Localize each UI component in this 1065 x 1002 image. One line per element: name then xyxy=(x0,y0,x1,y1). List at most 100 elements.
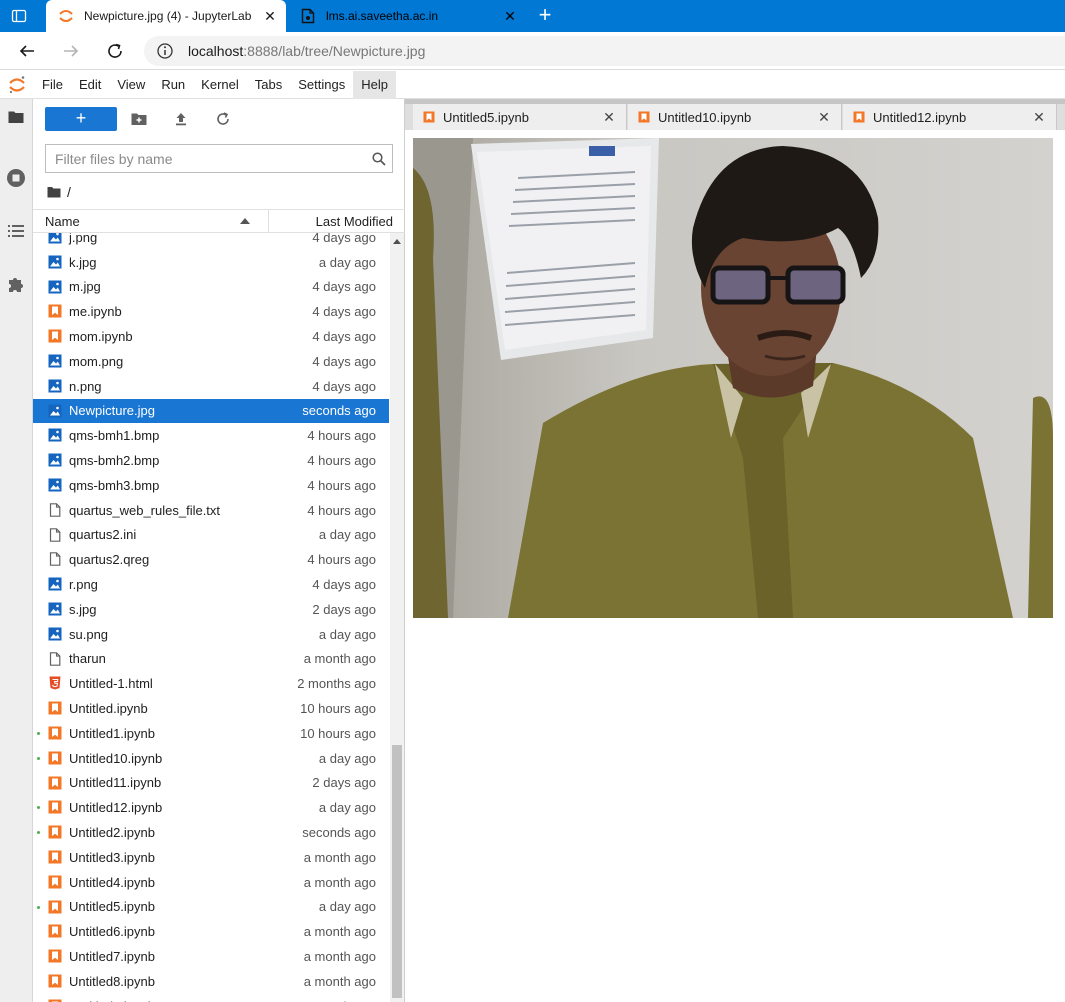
menu-view[interactable]: View xyxy=(109,71,153,99)
file-row[interactable]: r.png 4 days ago xyxy=(33,572,389,597)
file-filter-input[interactable] xyxy=(46,145,366,172)
file-name: Untitled7.ipynb xyxy=(69,949,155,964)
file-row[interactable]: Untitled-1.html 2 months ago xyxy=(33,671,389,696)
menu-run[interactable]: Run xyxy=(153,71,193,99)
column-header-last-modified[interactable]: Last Modified xyxy=(316,214,393,229)
file-row[interactable]: k.jpg a day ago xyxy=(33,250,389,275)
file-row[interactable]: Untitled4.ipynb a month ago xyxy=(33,870,389,895)
running-indicator-icon xyxy=(37,831,40,835)
file-row[interactable]: n.png 4 days ago xyxy=(33,374,389,399)
scroll-up-arrow-icon[interactable] xyxy=(393,239,401,244)
file-row[interactable]: quartus2.qreg 4 hours ago xyxy=(33,547,389,572)
file-modified: 4 hours ago xyxy=(307,428,376,444)
refresh-listing-icon[interactable] xyxy=(213,109,233,129)
notebook-icon xyxy=(48,776,62,790)
file-row[interactable]: Untitled2.ipynb seconds ago xyxy=(33,820,389,845)
file-row[interactable]: Newpicture.jpg seconds ago xyxy=(33,398,389,424)
file-row[interactable]: tharun a month ago xyxy=(33,647,389,672)
column-header-name[interactable]: Name xyxy=(45,214,80,229)
file-row[interactable]: Untitled10.ipynb a day ago xyxy=(33,746,389,771)
file-row[interactable]: mom.ipynb 4 days ago xyxy=(33,324,389,349)
file-modified: 2 days ago xyxy=(312,601,376,617)
file-row[interactable]: Untitled3.ipynb a month ago xyxy=(33,845,389,870)
file-row[interactable]: qms-bmh3.bmp 4 hours ago xyxy=(33,473,389,498)
doc-tab-untitled10[interactable]: Untitled10.ipynb ✕ xyxy=(628,104,842,130)
close-doc-tab-icon[interactable]: ✕ xyxy=(600,109,618,126)
file-row[interactable]: Untitled5.ipynb a day ago xyxy=(33,895,389,920)
file-modified: seconds ago xyxy=(302,825,376,841)
file-name: Untitled2.ipynb xyxy=(69,825,155,841)
file-name: qms-bmh2.bmp xyxy=(69,453,160,469)
url-field[interactable]: localhost:8888/lab/tree/Newpicture.jpg xyxy=(144,36,1065,66)
image-file-icon xyxy=(48,453,62,467)
file-row[interactable]: Untitled7.ipynb a month ago xyxy=(33,944,389,969)
file-row[interactable]: Untitled9.ipynb a month ago xyxy=(33,994,389,1002)
sort-ascending-icon[interactable] xyxy=(240,218,250,224)
file-row[interactable]: Untitled8.ipynb a month ago xyxy=(33,969,389,994)
file-name: quartus2.qreg xyxy=(69,552,150,568)
running-indicator-icon xyxy=(37,806,40,810)
menu-kernel[interactable]: Kernel xyxy=(193,71,247,99)
browser-tab-lms[interactable]: lms.ai.saveetha.ac.in ✕ xyxy=(288,0,526,32)
scrollbar-thumb[interactable] xyxy=(392,745,402,998)
file-row[interactable]: me.ipynb 4 days ago xyxy=(33,299,389,324)
document-tab-bar: Untitled5.ipynb ✕ Untitled10.ipynb ✕ Unt… xyxy=(405,99,1065,130)
file-row[interactable]: mom.png 4 days ago xyxy=(33,349,389,374)
file-modified: a month ago xyxy=(304,999,376,1002)
file-modified: a day ago xyxy=(318,800,376,816)
menu-edit[interactable]: Edit xyxy=(71,71,109,99)
file-modified: a month ago xyxy=(303,924,376,940)
home-folder-icon[interactable] xyxy=(47,186,61,198)
file-row[interactable]: m.jpg 4 days ago xyxy=(33,275,389,300)
file-row[interactable]: Untitled6.ipynb a month ago xyxy=(33,919,389,944)
new-folder-icon[interactable] xyxy=(129,109,149,129)
menu-help[interactable]: Help xyxy=(353,70,396,99)
refresh-icon[interactable] xyxy=(104,40,126,62)
close-doc-tab-icon[interactable]: ✕ xyxy=(1030,109,1048,126)
menu-tabs[interactable]: Tabs xyxy=(247,71,290,99)
file-row[interactable]: j.png 4 days ago xyxy=(33,233,389,250)
image-file-icon xyxy=(48,280,62,294)
file-modified: a month ago xyxy=(303,874,376,890)
folder-icon[interactable] xyxy=(6,107,26,127)
extension-manager-icon[interactable] xyxy=(6,274,26,294)
forward-icon[interactable] xyxy=(60,40,82,62)
file-row[interactable]: Untitled12.ipynb a day ago xyxy=(33,795,389,820)
close-tab-icon[interactable]: ✕ xyxy=(260,6,280,26)
column-divider[interactable] xyxy=(268,210,269,233)
notebook-icon xyxy=(48,949,62,963)
file-name: tharun xyxy=(69,651,106,667)
file-name: quartus2.ini xyxy=(69,527,137,543)
upload-icon[interactable] xyxy=(171,109,191,129)
close-doc-tab-icon[interactable]: ✕ xyxy=(815,109,833,126)
close-tab-icon[interactable]: ✕ xyxy=(500,6,520,26)
info-icon[interactable] xyxy=(156,42,174,60)
menu-settings[interactable]: Settings xyxy=(290,71,353,99)
doc-tab-untitled12[interactable]: Untitled12.ipynb ✕ xyxy=(843,104,1057,130)
back-icon[interactable] xyxy=(16,40,38,62)
new-tab-button[interactable]: + xyxy=(533,4,557,28)
file-row[interactable]: Untitled11.ipynb 2 days ago xyxy=(33,771,389,796)
file-name: j.png xyxy=(69,233,98,245)
file-row[interactable]: qms-bmh1.bmp 4 hours ago xyxy=(33,423,389,448)
new-launcher-button[interactable]: + xyxy=(45,107,117,131)
file-row[interactable]: quartus2.ini a day ago xyxy=(33,523,389,548)
breadcrumb[interactable]: / xyxy=(47,182,71,202)
file-row[interactable]: Untitled1.ipynb 10 hours ago xyxy=(33,721,389,746)
listing-scrollbar[interactable] xyxy=(390,233,404,1002)
browser-tab-jupyterlab[interactable]: Newpicture.jpg (4) - JupyterLab ✕ xyxy=(46,0,286,32)
file-row[interactable]: qms-bmh2.bmp 4 hours ago xyxy=(33,448,389,473)
file-row[interactable]: s.jpg 2 days ago xyxy=(33,597,389,622)
table-of-contents-icon[interactable] xyxy=(6,221,26,241)
breadcrumb-root[interactable]: / xyxy=(67,184,71,200)
running-kernels-icon[interactable] xyxy=(6,168,26,188)
file-filter-box xyxy=(45,144,393,173)
file-row[interactable]: quartus_web_rules_file.txt 4 hours ago xyxy=(33,498,389,523)
listing-header: Name Last Modified xyxy=(33,209,405,233)
menu-file[interactable]: File xyxy=(34,71,71,99)
file-row[interactable]: Untitled.ipynb 10 hours ago xyxy=(33,696,389,721)
url-text: localhost:8888/lab/tree/Newpicture.jpg xyxy=(188,43,425,59)
file-row[interactable]: su.png a day ago xyxy=(33,622,389,647)
tab-actions-icon[interactable] xyxy=(10,7,28,25)
doc-tab-untitled5[interactable]: Untitled5.ipynb ✕ xyxy=(413,104,627,130)
